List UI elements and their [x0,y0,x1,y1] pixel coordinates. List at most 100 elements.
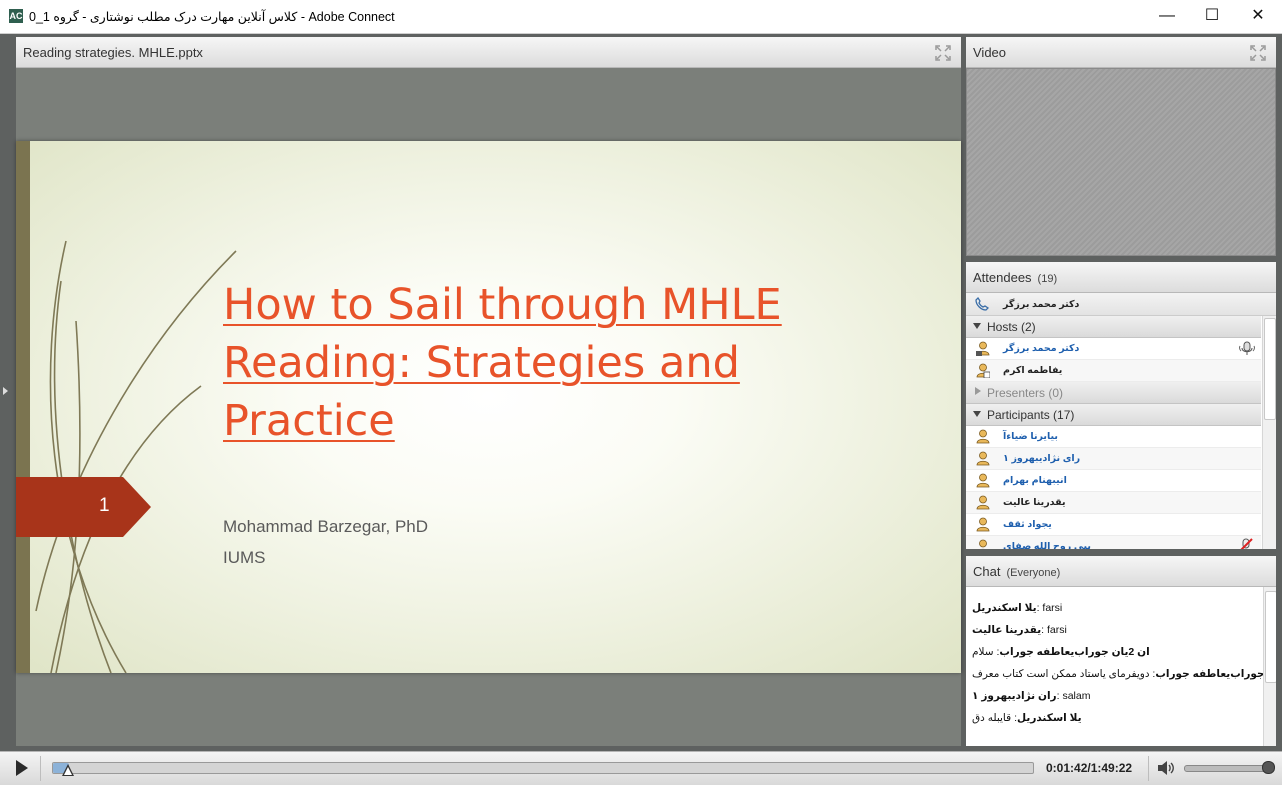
chat-text: سلام [972,646,994,658]
attendee-name: یبی روح الله صفای [1003,541,1091,549]
chat-sender: ران نژادیبهروز ۱ [972,690,1057,702]
scrollbar-thumb[interactable] [1265,591,1276,683]
chat-message: ان 2یان جوراب‌یعاطفه جوراب: سلام [972,646,1150,658]
chat-text: دویفرمای یاستاد ممکن است کتاب معرف [972,668,1150,680]
volume-icon[interactable] [1157,760,1175,776]
chat-message: یلا اسکندریل: قایبله دق [972,712,1082,724]
chat-message: ران نژادیبهروز ۱: salam [972,690,1091,702]
chat-sender: یلا اسکندریل [1017,712,1082,724]
attendee-row[interactable]: بیایرنا ضیاءآ [966,426,1261,448]
volume-track[interactable] [1184,765,1270,772]
slide-number: 1 [99,495,110,516]
play-separator [40,756,41,781]
attendees-header-text: Attendees (19) [973,270,1057,285]
participant-user-icon [976,473,990,488]
attendee-name: یفاطمه اکرم [1003,365,1063,376]
microphone-muted-icon [1240,538,1253,549]
playback-time: 0:01:42/1:49:22 [1046,761,1133,775]
attendee-row[interactable]: یبی روح الله صفای [966,536,1261,549]
participant-user-icon [976,495,990,510]
presentation-slide: How to Sail through MHLE Reading: Strate… [16,141,961,673]
volume-knob[interactable] [1262,761,1275,774]
chat-sender: یلا اسکندریل [972,602,1037,614]
window-title: کلاس آنلاین مهارت درک مطلب نوشتاری - گرو… [29,10,395,24]
video-pod-title: Video [973,45,1007,60]
chat-scope: (Everyone) [1006,567,1061,579]
attendee-name: بیایرنا ضیاءآ [1003,431,1059,442]
participant-user-icon [976,517,990,532]
hosts-section-label: Hosts (2) [987,320,1036,334]
participant-user-icon [976,451,990,466]
presenters-section-label: Presenters (0) [987,386,1064,400]
participants-section-label: Participants (17) [987,408,1075,422]
slide-author: Mohammad Barzegar, PhD [223,517,429,536]
attendees-scrollbar[interactable] [1262,316,1276,549]
slide-title: How to Sail through MHLE Reading: Strate… [223,280,782,446]
playback-bar: 0:01:42/1:49:22 [0,751,1282,785]
chat-pod-header: Chat (Everyone) [966,556,1276,587]
maximize-button[interactable]: ☐ [1197,6,1227,26]
chat-scrollbar[interactable] [1263,587,1276,746]
participant-user-icon [976,429,990,444]
chat-message: یقدرینا عالیت: farsi [972,624,1067,636]
chat-header-text: Chat (Everyone) [973,564,1060,579]
chat-message: یلا اسکندریل: farsi [972,602,1063,614]
close-button[interactable]: ✕ [1243,6,1273,26]
attendees-pod: Attendees (19) دکتر محمد برزگر Hosts (2) … [966,262,1276,549]
attendee-name: انیبهنام بهرام [1003,475,1067,486]
attendee-row[interactable]: یقدرینا عالیت [966,492,1261,514]
attendee-name: یقدرینا عالیت [1003,497,1066,508]
collapsed-arrow-icon[interactable] [975,387,981,395]
share-content-area: How to Sail through MHLE Reading: Strate… [16,68,961,746]
scrollbar-thumb[interactable] [1264,318,1276,420]
fullscreen-icon[interactable] [1250,45,1266,61]
attendee-row[interactable]: یجواد ثقف [966,514,1261,536]
video-pod: Video [966,37,1276,256]
attendee-name: دکتر محمد برزگر [1003,343,1080,354]
slide-number-tag [16,477,151,537]
slide-institution: IUMS [223,548,266,567]
attendee-row[interactable]: رای نژادیبهروز ۱ [966,448,1261,470]
attendees-pod-header: Attendees (19) [966,262,1276,293]
microphone-icon [1239,341,1255,355]
active-speaker-name: دکتر محمد برزگر [1003,299,1080,310]
presenters-section-header[interactable]: Presenters (0) [966,382,1261,404]
left-panel-toggle-icon[interactable] [3,387,8,395]
share-pod-header: Reading strategies. MHLE.pptx [16,37,961,68]
expand-arrow-icon[interactable] [973,323,981,329]
chat-pod: Chat (Everyone) یلا اسکندریل: farsi یقدری… [966,556,1276,746]
adobe-connect-icon: AC [9,9,23,23]
chat-message: ان 2یان جوراب‌یعاطفه جوراب: دویفرمای یاس… [972,668,1276,680]
chat-messages: یلا اسکندریل: farsi یقدرینا عالیت: farsi… [966,587,1276,746]
play-icon[interactable] [16,760,28,776]
minimize-button[interactable]: — [1152,6,1182,26]
seek-thumb[interactable] [62,764,74,776]
chat-sender: یقدرینا عالیت [972,624,1042,636]
share-pod-title: Reading strategies. MHLE.pptx [23,45,203,60]
hosts-section-header[interactable]: Hosts (2) [966,316,1261,338]
active-speaker-row: دکتر محمد برزگر [966,293,1276,316]
chat-pod-title: Chat [973,564,1001,579]
attendees-pod-title: Attendees [973,270,1032,285]
seek-track[interactable] [52,762,1034,774]
chat-text: salam [1062,690,1091,702]
fullscreen-icon[interactable] [935,45,951,61]
attendee-row[interactable]: یفاطمه اکرم [966,360,1261,382]
expand-arrow-icon[interactable] [973,411,981,417]
attendee-row[interactable]: دکتر محمد برزگر [966,338,1261,360]
participants-section-header[interactable]: Participants (17) [966,404,1261,426]
attendee-name: یجواد ثقف [1003,519,1052,530]
attendee-row[interactable]: انیبهنام بهرام [966,470,1261,492]
chat-text: farsi [1047,624,1067,636]
participant-user-icon [979,539,987,549]
chat-sender: ان 2یان جوراب‌یعاطفه جوراب [1155,668,1276,680]
attendee-count: (19) [1037,273,1058,285]
time-separator [1148,756,1149,781]
phone-icon [975,297,989,311]
host-user-icon [976,363,990,378]
chat-text: قایبله دق [972,712,1012,724]
chat-sender: ان 2یان جوراب‌یعاطفه جوراب [999,646,1150,658]
attendee-name: رای نژادیبهروز ۱ [1003,453,1081,464]
share-pod: Reading strategies. MHLE.pptx How to Sai… [16,37,961,746]
chat-text: farsi [1042,602,1063,614]
